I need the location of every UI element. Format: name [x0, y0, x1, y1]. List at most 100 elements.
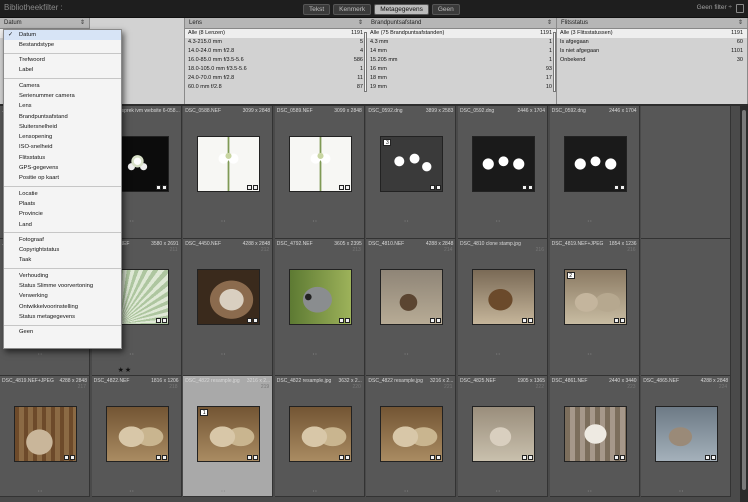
filter-row[interactable]: 16 mm 93 — [367, 65, 556, 74]
thumbnail-cell[interactable]: DSC_4861.NEF 2440 x 3440 223 • • — [549, 376, 640, 497]
filter-row[interactable]: Onbekend 30 — [557, 56, 747, 65]
menu-item-lens[interactable]: Lens — [4, 102, 121, 112]
metadata-badge-icon[interactable] — [338, 318, 344, 323]
edit-badge-icon[interactable] — [344, 318, 350, 323]
filter-row[interactable]: 14 mm 1 — [367, 47, 556, 56]
filter-row[interactable]: 24.0-70.0 mm f/2.8 11 — [185, 74, 367, 83]
menu-item-trefwoord[interactable]: Trefwoord — [4, 56, 121, 66]
menu-item-positie-op-kaart[interactable]: Positie op kaart — [4, 174, 121, 184]
edit-badge-icon[interactable] — [619, 455, 625, 460]
filter-column-header[interactable]: Datum ⇕ — [0, 18, 89, 29]
metadata-badge-icon[interactable] — [613, 455, 619, 460]
filter-row[interactable]: Alle (8 Lenzen) 1191 — [185, 29, 367, 38]
thumbnail-cell[interactable]: DSC_4825.NEF 1905 x 1365 222 • • — [458, 376, 548, 497]
filter-column-header[interactable]: Brandpuntsafstand ⇕ — [367, 18, 556, 29]
sort-arrows-icon[interactable]: ⇕ — [80, 19, 85, 26]
thumbnail-image[interactable] — [288, 269, 352, 325]
menu-item-lensopening[interactable]: Lensopening — [4, 133, 121, 143]
metadata-badge-icon[interactable] — [247, 318, 253, 323]
edit-badge-icon[interactable] — [619, 318, 625, 323]
edit-badge-icon[interactable] — [70, 455, 75, 460]
menu-item-camera[interactable]: Camera — [4, 81, 121, 91]
thumbnail-image[interactable] — [472, 406, 535, 462]
thumbnail-cell[interactable]: DSC_0588.NEF 3099 x 2848 • • — [183, 106, 274, 239]
thumbnail-cell[interactable] — [641, 106, 732, 239]
menu-item-flitsstatus[interactable]: Flitsstatus — [4, 153, 121, 163]
filter-row[interactable]: 15.205 mm 1 — [367, 56, 556, 65]
menu-item-gps-gegevens[interactable]: GPS-gegevens — [4, 164, 121, 174]
menu-item-geen[interactable]: Geen — [4, 328, 121, 338]
thumbnail-image[interactable]: 3 — [380, 136, 444, 192]
filter-row[interactable]: Is niet afgegaan 1101 — [557, 47, 747, 56]
edit-badge-icon[interactable] — [253, 455, 259, 460]
tab-metagegevens[interactable]: Metagegevens — [374, 4, 429, 15]
sort-arrows-icon[interactable]: ⇕ — [547, 19, 552, 26]
edit-badge-icon[interactable] — [619, 185, 625, 190]
menu-item-status-slimme-voorvertoning[interactable]: Status Slimme voorvertoning — [4, 282, 121, 292]
thumbnail-image[interactable] — [655, 406, 719, 462]
filter-row[interactable]: 4.3-215.0 mm 5 — [185, 38, 367, 47]
tab-kenmerk[interactable]: Kenmerk — [333, 4, 372, 15]
filter-column-header[interactable]: Lens ⇕ — [185, 18, 367, 29]
menu-item-taak[interactable]: Taak — [4, 256, 121, 266]
thumbnail-cell[interactable]: DSC_4822 resample.jpg 3632 x 2... 220 • • — [274, 376, 365, 497]
filter-row[interactable]: 14.0-24.0 mm f/2.8 4 — [185, 47, 367, 56]
thumbnail-cell[interactable]: DSC_0592.dng 2446 x 1704 • • — [458, 106, 548, 239]
edit-badge-icon[interactable] — [344, 185, 350, 190]
thumbnail-cell[interactable]: DSC_4822 resample.jpg 3216 x 2... 221 • • — [366, 376, 457, 497]
thumbnail-cell[interactable]: DSC_4865.NEF 4288 x 2848 224 • • — [641, 376, 732, 497]
thumbnail-image[interactable]: 2 — [563, 269, 627, 325]
thumbnail-cell[interactable]: DSC_4792.NEF 3605 x 2395 213 • • — [274, 239, 365, 376]
edit-badge-icon[interactable] — [528, 318, 533, 323]
metadata-badge-icon[interactable] — [430, 185, 436, 190]
menu-item-copyrightstatus[interactable]: Copyrightstatus — [4, 246, 121, 256]
thumbnail-image[interactable] — [288, 406, 352, 462]
edit-badge-icon[interactable] — [161, 318, 167, 323]
lock-icon[interactable] — [736, 4, 744, 13]
thumbnail-cell[interactable]: DSC_4819.NEF+JPEG 4288 x 2848 217 • • — [0, 376, 90, 497]
metadata-badge-icon[interactable] — [155, 185, 161, 190]
menu-item-serienummer-camera[interactable]: Serienummer camera — [4, 91, 121, 101]
thumbnail-image[interactable] — [472, 269, 535, 325]
scrollbar-thumb[interactable] — [742, 110, 746, 490]
edit-badge-icon[interactable] — [253, 185, 259, 190]
thumbnail-image[interactable] — [288, 136, 352, 192]
edit-badge-icon[interactable] — [711, 455, 717, 460]
menu-item-datum[interactable]: ✓ Datum — [4, 30, 121, 41]
thumbnail-cell[interactable]: DSC_4822 resample.jpg 3216 x 2... 219 1 • • — [183, 376, 274, 497]
column-scrollbar[interactable] — [553, 32, 556, 92]
filter-row[interactable]: 18.0-105.0 mm f/3.5-5.6 1 — [185, 65, 367, 74]
thumbnail-image[interactable] — [472, 136, 535, 192]
metadata-badge-icon[interactable] — [247, 185, 253, 190]
thumbnail-cell[interactable]: DSC_0592.dng 3899 x 2583 3 • • — [366, 106, 457, 239]
thumbnail-cell[interactable]: DSC_4822.NEF 1816 x 1206 218 • • — [91, 376, 182, 497]
edit-badge-icon[interactable] — [161, 185, 167, 190]
metadata-badge-icon[interactable] — [64, 455, 69, 460]
thumbnail-image[interactable] — [197, 269, 261, 325]
metadata-badge-icon[interactable] — [705, 455, 711, 460]
metadata-badge-icon[interactable] — [522, 455, 527, 460]
thumbnail-image[interactable] — [380, 269, 444, 325]
filter-row[interactable]: 60.0 mm f/2.8 87 — [185, 83, 367, 92]
menu-item-provincie[interactable]: Provincie — [4, 210, 121, 220]
edit-badge-icon[interactable] — [436, 455, 442, 460]
grid-scrollbar[interactable] — [740, 106, 748, 502]
thumbnail-cell[interactable]: DSC_4810.NEF 4288 x 2848 214 • • — [366, 239, 457, 376]
sort-arrows-icon[interactable]: ⇕ — [358, 19, 363, 26]
edit-badge-icon[interactable] — [161, 455, 167, 460]
menu-item-iso-snelheid[interactable]: ISO-snelheid — [4, 143, 121, 153]
thumbnail-image[interactable] — [105, 406, 169, 462]
thumbnail-image[interactable] — [563, 136, 627, 192]
thumbnail-cell[interactable]: DSC_4450.NEF 4288 x 2848 212 • • — [183, 239, 274, 376]
thumbnail-cell[interactable] — [641, 239, 732, 376]
edit-badge-icon[interactable] — [344, 455, 350, 460]
metadata-badge-icon[interactable] — [155, 318, 161, 323]
filter-row[interactable]: 18 mm 17 — [367, 74, 556, 83]
edit-badge-icon[interactable] — [436, 185, 442, 190]
menu-item-plaats[interactable]: Plaats — [4, 199, 121, 209]
filter-row[interactable]: 19 mm 10 — [367, 83, 556, 92]
thumbnail-cell[interactable]: DSC_4819.NEF+JPEG 1854 x 1236 216 2 • • — [549, 239, 640, 376]
thumbnail-image[interactable] — [380, 406, 444, 462]
filter-column-header[interactable]: Flitsstatus ⇕ — [557, 18, 747, 29]
filter-row[interactable]: Alle (75 Brandpuntsafstanden) 1191 — [367, 29, 556, 38]
